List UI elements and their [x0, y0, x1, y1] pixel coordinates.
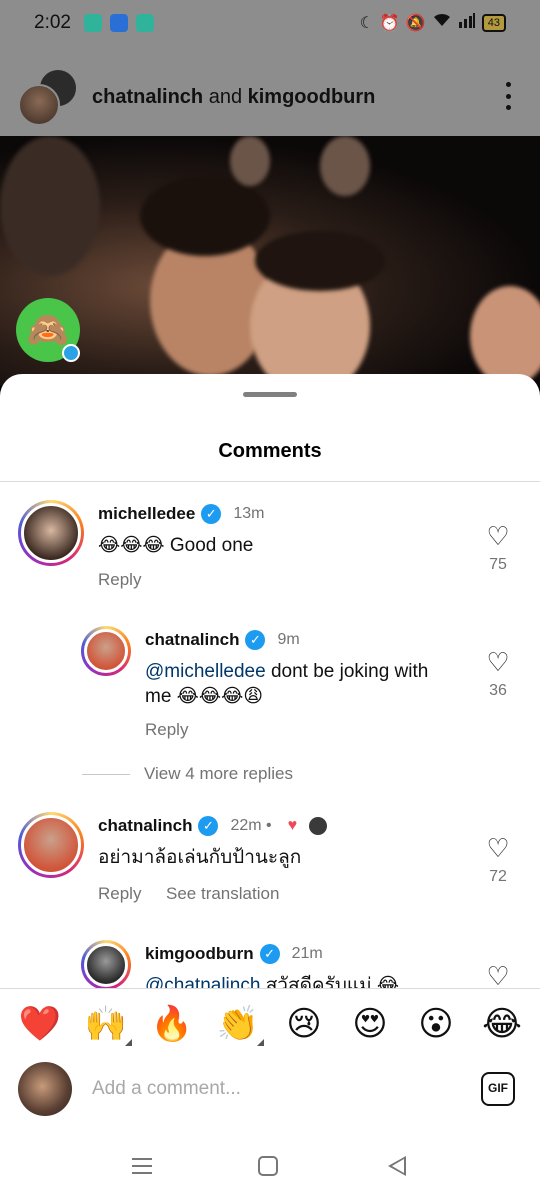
reply-button[interactable]: Reply — [98, 570, 141, 590]
gif-button[interactable]: GIF — [481, 1072, 515, 1106]
author-connector: and — [203, 86, 248, 108]
comments-list[interactable]: michelledee ✓ 13m 😂😂😂 Good one Reply ♡ 7… — [0, 482, 540, 988]
quick-reactions: ❤️ 🙌 🔥 👏 😢 😍 😮 😂 — [0, 1002, 540, 1050]
author-username[interactable]: kimgoodburn — [248, 86, 376, 108]
drag-handle[interactable] — [243, 392, 297, 397]
post-authors[interactable]: chatnalinch and kimgoodburn — [92, 86, 375, 109]
status-bar: 2:02 ☾ ⏰ 🔕 43 — [0, 0, 540, 48]
heart-icon[interactable]: ♡ — [478, 648, 518, 676]
comment-text: @chatnalinch สวัสดีครับแม่ 😂 — [145, 973, 445, 988]
heart-eyes-emoji-button[interactable]: 😍 — [348, 1002, 392, 1046]
wifi-icon — [432, 12, 452, 33]
crying-face-emoji-button[interactable]: 😢 — [282, 1002, 326, 1046]
surprised-face-emoji-button[interactable]: 😮 — [414, 1002, 458, 1046]
comment-text: @michelledee dont be joking with me 😂😂😂😩 — [145, 659, 445, 709]
avatar — [18, 1062, 72, 1116]
comment-username[interactable]: kimgoodburn ✓ 21m — [145, 944, 323, 964]
divider — [0, 988, 540, 989]
heart-icon[interactable]: ♡ — [478, 962, 518, 988]
verified-badge-icon: ✓ — [245, 630, 266, 650]
red-heart-emoji-button[interactable]: ❤️ — [18, 1002, 62, 1046]
status-icons: ☾ ⏰ 🔕 43 — [360, 12, 506, 33]
post-header: chatnalinch and kimgoodburn — [0, 48, 540, 136]
emoji-glyph: 👏 — [216, 1005, 260, 1043]
like-group: ♡ 72 — [478, 834, 518, 886]
view-more-label[interactable]: View 4 more replies — [144, 764, 293, 784]
like-count: 36 — [489, 682, 507, 699]
comment-time: 13m — [233, 505, 265, 522]
comment-time: 9m — [277, 631, 300, 648]
divider — [82, 773, 130, 775]
creator-liked-heart-icon: ♥ — [287, 817, 298, 834]
see-translation-button[interactable]: See translation — [166, 884, 279, 904]
comment-time: 21m — [291, 945, 323, 962]
reply-button[interactable]: Reply — [145, 720, 188, 740]
battery-icon: 43 — [481, 13, 506, 32]
username[interactable]: chatnalinch — [145, 630, 239, 650]
verified-badge-icon: ✓ — [198, 816, 219, 836]
alarm-icon: ⏰ — [379, 14, 400, 32]
comment-username[interactable]: chatnalinch ✓ 9m — [145, 630, 300, 650]
comment-time: 22m • — [230, 817, 272, 834]
moon-icon: ☾ — [359, 14, 374, 32]
comment-composer: GIF — [0, 1062, 540, 1118]
app-notification-icon — [84, 14, 102, 32]
like-group: ♡ 36 — [478, 648, 518, 700]
mention-link[interactable]: @chatnalinch — [145, 975, 260, 988]
fire-emoji-button[interactable]: 🔥 — [150, 1002, 194, 1046]
heart-icon[interactable]: ♡ — [478, 522, 518, 550]
avatar — [309, 817, 328, 835]
raising-hands-emoji-button[interactable]: 🙌 — [84, 1002, 132, 1046]
avatar[interactable] — [18, 812, 84, 878]
avatar[interactable] — [81, 626, 131, 676]
comment-body: สวัสดีครับแม่ 😂 — [260, 975, 400, 988]
username[interactable]: chatnalinch — [98, 816, 192, 836]
comment-username[interactable]: chatnalinch ✓ 22m • ♥ — [98, 816, 328, 836]
like-group: ♡ — [478, 962, 518, 988]
back-icon[interactable] — [388, 1156, 406, 1176]
tears-of-joy-emoji-button[interactable]: 😂 — [480, 1002, 524, 1046]
android-notification-icon — [110, 14, 128, 32]
comments-sheet: Comments michelledee ✓ 13m 😂😂😂 Good one … — [0, 374, 540, 1200]
comment-input[interactable] — [92, 1074, 452, 1104]
comment-username[interactable]: michelledee ✓ 13m — [98, 504, 264, 524]
sheet-title: Comments — [218, 440, 322, 462]
username[interactable]: michelledee — [98, 504, 195, 524]
mention-link[interactable]: @michelledee — [145, 661, 266, 682]
like-count: 75 — [489, 556, 507, 573]
skin-tone-indicator-icon — [118, 1039, 132, 1046]
recent-apps-icon[interactable] — [130, 1154, 154, 1178]
avatar[interactable] — [18, 500, 84, 566]
like-group: ♡ 75 — [478, 522, 518, 574]
reply-button[interactable]: Reply — [98, 884, 141, 904]
avatar[interactable] — [18, 84, 60, 126]
system-nav-bar — [0, 1144, 540, 1194]
like-count: 72 — [489, 868, 507, 885]
view-more-replies[interactable]: View 4 more replies — [82, 764, 293, 784]
telegram-icon — [62, 344, 80, 362]
home-icon[interactable] — [258, 1156, 278, 1176]
heart-icon[interactable]: ♡ — [478, 834, 518, 862]
username[interactable]: kimgoodburn — [145, 944, 254, 964]
verified-badge-icon: ✓ — [259, 944, 280, 964]
post-image — [0, 136, 540, 386]
signal-icon — [458, 12, 476, 33]
comment-text: 😂😂😂 Good one — [98, 535, 254, 556]
emoji-glyph: 🙌 — [84, 1005, 128, 1043]
mute-icon: 🔕 — [405, 14, 426, 32]
status-time: 2:02 — [34, 12, 71, 33]
avatar[interactable] — [81, 940, 131, 988]
more-options-icon[interactable] — [504, 82, 512, 110]
author-username[interactable]: chatnalinch — [92, 86, 203, 108]
skin-tone-indicator-icon — [250, 1039, 264, 1046]
comment-text: อย่ามาล้อเล่นกับป้านะลูก — [98, 847, 302, 868]
app-notification-icon-2 — [136, 14, 154, 32]
verified-badge-icon: ✓ — [201, 504, 222, 524]
clapping-hands-emoji-button[interactable]: 👏 — [216, 1002, 264, 1046]
